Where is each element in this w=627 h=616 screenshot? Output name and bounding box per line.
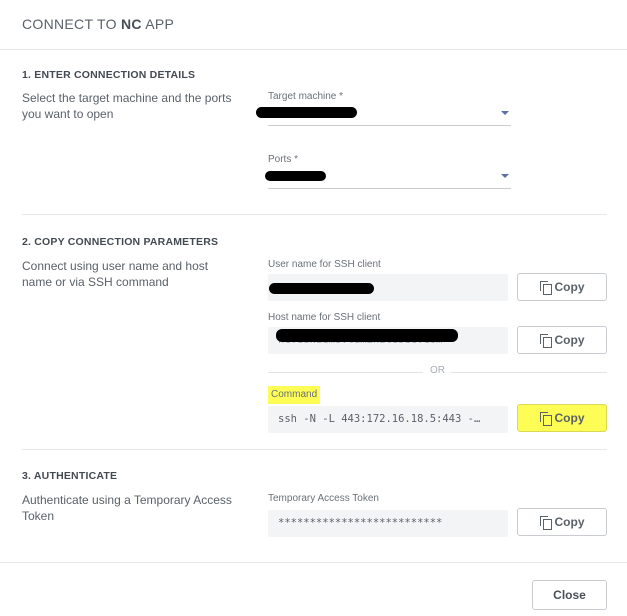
section-parameters-description: Connect using user name and host name or… xyxy=(22,259,209,289)
section-authenticate-title: 3. AUTHENTICATE xyxy=(22,470,118,482)
close-button[interactable]: Close xyxy=(532,580,607,610)
ports-value-redaction xyxy=(265,171,326,181)
dialog-footer xyxy=(0,562,627,563)
copy-icon xyxy=(539,516,552,530)
ports-chevron-down-icon[interactable] xyxy=(501,174,509,178)
copy-button-label: Copy xyxy=(554,515,585,529)
section-authenticate-description: Authenticate using a Temporary Access To… xyxy=(22,493,232,523)
command-label: Command xyxy=(268,386,321,404)
section-connection-title: 1. ENTER CONNECTION DETAILS xyxy=(22,69,196,81)
target-machine-value-redaction xyxy=(256,107,357,118)
section-connection-description: Select the target machine and the ports … xyxy=(22,91,232,121)
copy-token-button[interactable]: Copy xyxy=(517,508,607,536)
dialog-title: CONNECT TO NC APP xyxy=(22,16,174,32)
section-divider xyxy=(22,449,607,450)
dialog-header: CONNECT TO NC APP xyxy=(0,0,627,50)
target-machine-chevron-down-icon[interactable] xyxy=(501,111,509,115)
hostname-label: Host name for SSH client xyxy=(268,312,381,323)
copy-button-label: Copy xyxy=(554,280,585,294)
title-prefix: CONNECT TO xyxy=(22,16,121,32)
username-value-redaction xyxy=(269,283,374,294)
copy-username-button[interactable]: Copy xyxy=(517,273,607,301)
username-label: User name for SSH client xyxy=(268,259,381,270)
section-divider xyxy=(22,214,607,215)
copy-button-label: Copy xyxy=(554,411,585,425)
or-divider-right xyxy=(451,372,607,373)
target-machine-label: Target machine * xyxy=(268,91,344,102)
copy-command-button[interactable]: Copy xyxy=(517,404,607,432)
section-parameters-title: 2. COPY CONNECTION PARAMETERS xyxy=(22,236,219,248)
ports-label: Ports * xyxy=(268,154,299,165)
copy-icon xyxy=(539,334,552,348)
hostname-value-redaction xyxy=(276,329,458,342)
token-field[interactable]: ************************** xyxy=(268,510,508,537)
or-divider-left xyxy=(268,372,423,373)
copy-icon xyxy=(539,281,552,295)
connect-dialog: CONNECT TO NC APP 1. ENTER CONNECTION DE… xyxy=(0,0,627,616)
or-separator: OR xyxy=(430,365,445,376)
copy-button-label: Copy xyxy=(554,333,585,347)
command-field[interactable]: ssh -N -L 443:172.16.18.5:443 -… xyxy=(268,406,508,433)
title-suffix: APP xyxy=(141,16,175,32)
copy-icon xyxy=(539,412,552,426)
copy-hostname-button[interactable]: Copy xyxy=(517,326,607,354)
token-label: Temporary Access Token xyxy=(268,493,379,504)
title-app-name: NC xyxy=(120,16,142,32)
